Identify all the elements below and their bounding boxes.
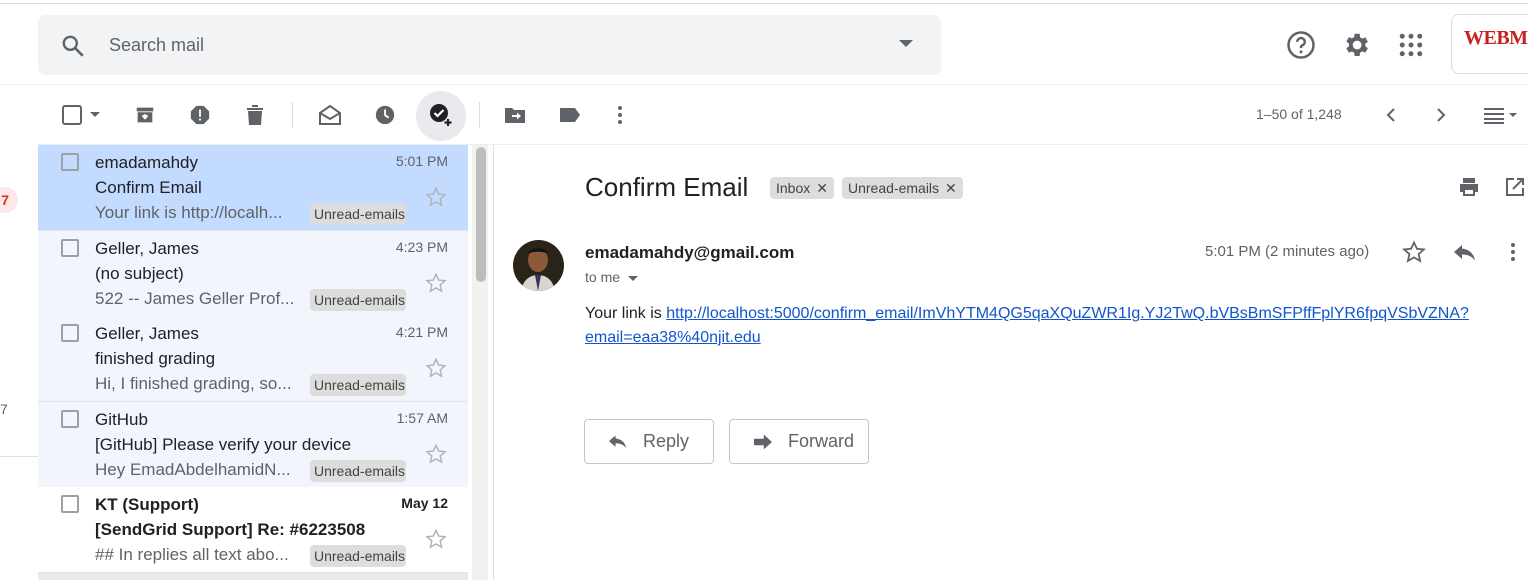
more-vert-icon[interactable]: [605, 100, 635, 130]
email-label-chip[interactable]: Unread-emails: [310, 374, 406, 396]
email-snippet: Hey EmadAbdelhamidN...: [95, 460, 291, 479]
snooze-clock-icon[interactable]: [370, 100, 400, 130]
reply-icon: [609, 434, 627, 448]
row-checkbox[interactable]: [61, 239, 79, 257]
older-chevron-right-icon[interactable]: [1426, 100, 1456, 130]
search-bar[interactable]: Search mail: [38, 15, 941, 75]
recipient-details[interactable]: to me: [585, 269, 639, 285]
remove-label-close-icon[interactable]: ✕: [816, 180, 828, 196]
email-label-chip[interactable]: Unread-emails: [310, 460, 406, 482]
email-row[interactable]: Geller, James finished grading Hi, I fin…: [38, 316, 468, 402]
email-snippet: Your link is http://localh...: [95, 203, 283, 222]
email-time: 4:21 PM: [395, 324, 448, 340]
email-row[interactable]: Geller, James (no subject) 522 -- James …: [38, 231, 468, 317]
email-row[interactable]: emadamahdy Confirm Email Your link is ht…: [38, 145, 468, 231]
email-sender: Geller, James: [95, 324, 199, 343]
pagination-range: 1–50 of 1,248: [1256, 106, 1342, 122]
row-checkbox[interactable]: [61, 324, 79, 342]
star-icon[interactable]: [425, 272, 447, 294]
label-chip-unread-emails[interactable]: Unread-emails ✕: [842, 177, 963, 199]
apps-grid-icon[interactable]: [1396, 30, 1426, 60]
select-menu-chevron-down-icon[interactable]: [82, 100, 108, 130]
settings-gear-icon[interactable]: [1341, 30, 1371, 60]
nav-divider: [0, 456, 38, 457]
star-icon[interactable]: [1402, 240, 1426, 264]
confirm-email-link[interactable]: http://localhost:5000/confirm_email/ImVh…: [585, 305, 1469, 346]
email-label-chip[interactable]: Unread-emails: [310, 203, 406, 225]
sender-avatar[interactable]: [513, 240, 564, 291]
email-time: 1:57 AM: [396, 410, 448, 426]
row-checkbox[interactable]: [61, 410, 79, 428]
open-in-new-window-icon[interactable]: [1503, 175, 1527, 199]
star-icon[interactable]: [425, 528, 447, 550]
row-checkbox[interactable]: [61, 153, 79, 171]
message-timestamp: 5:01 PM (2 minutes ago): [1205, 243, 1370, 260]
email-snippet: Hi, I finished grading, so...: [95, 374, 292, 393]
toolbar-separator: [292, 102, 293, 128]
email-list: emadamahdy Confirm Email Your link is ht…: [38, 145, 468, 580]
list-scrollbar-thumb[interactable]: [476, 147, 486, 282]
email-subject: [GitHub] Please verify your device: [95, 435, 352, 454]
help-icon[interactable]: [1286, 30, 1316, 60]
email-subject: [SendGrid Support] Re: #6223508: [95, 520, 366, 539]
email-sender: KT (Support): [95, 495, 199, 514]
email-row[interactable]: KT (Support) [SendGrid Support] Re: #622…: [38, 487, 468, 573]
pane-divider[interactable]: [493, 145, 494, 580]
print-icon[interactable]: [1457, 175, 1481, 199]
label-chip-inbox[interactable]: Inbox ✕: [770, 177, 834, 199]
account-brand-logo[interactable]: WEBM: [1451, 14, 1528, 74]
reply-button[interactable]: Reply: [584, 419, 714, 464]
email-sender: Geller, James: [95, 239, 199, 258]
email-time: May 12: [401, 495, 448, 511]
sender-email: emadamahdy@gmail.com: [585, 243, 795, 262]
email-subject: Confirm Email: [95, 178, 202, 197]
delete-trash-icon[interactable]: [240, 100, 270, 130]
email-row[interactable]: GitHub [GitHub] Please verify your devic…: [38, 402, 468, 488]
add-to-tasks-icon[interactable]: [426, 100, 456, 130]
window-top-border: [0, 0, 1528, 4]
email-sender: GitHub: [95, 410, 148, 429]
remove-label-close-icon[interactable]: ✕: [945, 180, 957, 196]
archive-icon[interactable]: [130, 100, 160, 130]
forward-icon: [754, 434, 772, 449]
more-vert-icon[interactable]: [1508, 242, 1518, 262]
row-checkbox[interactable]: [61, 495, 79, 513]
move-to-icon[interactable]: [500, 100, 530, 130]
split-pane-toggle-icon[interactable]: [1478, 100, 1522, 130]
star-icon[interactable]: [425, 186, 447, 208]
label-tag-icon[interactable]: [555, 100, 585, 130]
email-time: 5:01 PM: [395, 153, 448, 169]
message-subject: Confirm Email: [585, 172, 749, 202]
header-divider: [0, 84, 1528, 85]
search-input[interactable]: Search mail: [109, 35, 204, 56]
email-label-chip[interactable]: Unread-emails: [310, 545, 406, 567]
email-time: 4:23 PM: [395, 239, 448, 255]
nav-count: 7: [0, 401, 8, 417]
next-row-edge: [38, 573, 468, 580]
mark-as-read-icon[interactable]: [315, 100, 345, 130]
forward-button[interactable]: Forward: [729, 419, 869, 464]
unread-count-badge: 7: [0, 187, 18, 213]
search-icon[interactable]: [60, 33, 86, 59]
toolbar-separator: [479, 102, 480, 128]
star-icon[interactable]: [425, 443, 447, 465]
email-label-chip[interactable]: Unread-emails: [310, 289, 406, 311]
reply-icon[interactable]: [1452, 240, 1478, 264]
email-subject: (no subject): [95, 264, 184, 283]
email-sender: emadamahdy: [95, 153, 199, 172]
email-snippet: 522 -- James Geller Prof...: [95, 289, 295, 308]
show-details-chevron-down-icon[interactable]: [628, 275, 639, 281]
message-body: Your link is http://localhost:5000/confi…: [585, 305, 1469, 346]
email-subject: finished grading: [95, 349, 216, 368]
report-spam-icon[interactable]: [185, 100, 215, 130]
newer-chevron-left-icon[interactable]: [1376, 100, 1406, 130]
star-icon[interactable]: [425, 357, 447, 379]
email-snippet: ## In replies all text abo...: [95, 545, 289, 564]
search-options-icon[interactable]: [899, 40, 913, 47]
